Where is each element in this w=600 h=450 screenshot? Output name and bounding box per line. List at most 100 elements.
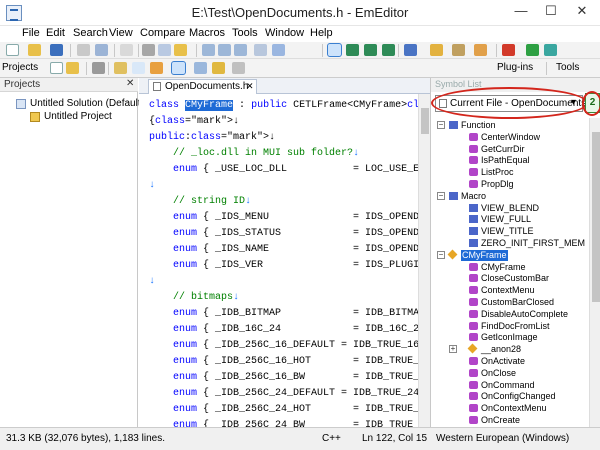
symbol-item[interactable]: GetIconImage bbox=[431, 332, 589, 343]
collapse-icon[interactable]: − bbox=[437, 250, 445, 259]
symbol-item[interactable]: − Function bbox=[431, 120, 589, 131]
paste-icon[interactable] bbox=[174, 44, 187, 56]
play-icon[interactable] bbox=[92, 62, 105, 74]
scrollbar-thumb[interactable] bbox=[421, 108, 429, 134]
new-project-icon[interactable] bbox=[50, 62, 63, 74]
wrap-none-icon[interactable] bbox=[327, 43, 342, 57]
close-button[interactable]: ✕ bbox=[566, 0, 598, 22]
status-encoding[interactable]: Western European (Windows) bbox=[436, 433, 569, 444]
menu-compare[interactable]: Compare bbox=[140, 27, 185, 39]
symbol-item[interactable]: GetCurrDir bbox=[431, 144, 589, 155]
print-icon[interactable] bbox=[77, 44, 90, 56]
minimize-button[interactable]: — bbox=[506, 0, 536, 22]
symbol-item[interactable]: VIEW_FULL bbox=[431, 214, 589, 225]
configuration-icon[interactable] bbox=[404, 44, 417, 56]
menu-view[interactable]: View bbox=[109, 27, 133, 39]
scrollbar-thumb[interactable] bbox=[592, 132, 600, 302]
customize-icon[interactable] bbox=[430, 44, 443, 56]
replace-icon[interactable] bbox=[254, 44, 267, 56]
symbol-item[interactable]: OnActivate bbox=[431, 356, 589, 367]
wrap-char-icon[interactable] bbox=[364, 44, 377, 56]
menu-help[interactable]: Help bbox=[310, 27, 333, 39]
open-project-icon[interactable] bbox=[66, 62, 79, 74]
macro-options-icon[interactable] bbox=[544, 44, 557, 56]
explorer-icon[interactable] bbox=[114, 62, 127, 74]
symbol-item-label: VIEW_TITLE bbox=[481, 226, 534, 237]
tab-opendocuments[interactable]: OpenDocuments.h ✕ bbox=[148, 79, 257, 94]
snippets-icon[interactable] bbox=[150, 62, 163, 74]
print-preview-icon[interactable] bbox=[95, 44, 108, 56]
symbol-item[interactable]: OnContextMenu bbox=[431, 403, 589, 414]
expand-icon[interactable]: + bbox=[449, 345, 457, 354]
code-line: enum { _USE_LOC_DLL = LOC_USE_EMEDITOR bbox=[173, 164, 418, 175]
menu-tools[interactable]: Tools bbox=[232, 27, 258, 39]
code-line: enum { _IDS_MENU = IDS_OPENDOCUMENT bbox=[173, 212, 418, 223]
run-macro-icon[interactable] bbox=[526, 44, 539, 56]
find-icon[interactable] bbox=[202, 44, 215, 56]
symbol-item[interactable]: CenterWindow bbox=[431, 132, 589, 143]
symbol-item[interactable]: DisableAutoComplete bbox=[431, 309, 589, 320]
folder-icon bbox=[449, 191, 458, 200]
symbol-item[interactable]: CustomBarClosed bbox=[431, 297, 589, 308]
new-icon[interactable] bbox=[6, 44, 19, 56]
collapse-icon[interactable]: − bbox=[437, 191, 445, 200]
symbol-item[interactable]: FindDocFromList bbox=[431, 321, 589, 332]
find-prev-icon[interactable] bbox=[234, 44, 247, 56]
undo-icon[interactable] bbox=[120, 44, 133, 56]
html-bar-icon[interactable] bbox=[212, 62, 225, 74]
symbol-item[interactable]: + __anon28 bbox=[431, 343, 589, 355]
menu-macros[interactable]: Macros bbox=[189, 27, 225, 39]
cut-icon[interactable] bbox=[142, 44, 155, 56]
code-editor[interactable]: class CMyFrame : public CETLFrame<CMyFra… bbox=[139, 94, 418, 427]
code-line: // _loc.dll in MUI sub folder?↓ bbox=[149, 148, 360, 159]
project-icon bbox=[30, 112, 40, 122]
menu-window[interactable]: Window bbox=[265, 27, 304, 39]
symbol-item[interactable]: IsPathEqual bbox=[431, 155, 589, 166]
symbol-item[interactable]: ListProc bbox=[431, 167, 589, 178]
projects-close-icon[interactable]: ✕ bbox=[126, 78, 134, 89]
menu-file[interactable]: File bbox=[22, 27, 40, 39]
tab-close-icon[interactable]: ✕ bbox=[246, 81, 254, 92]
find-next-icon[interactable] bbox=[218, 44, 231, 56]
symbol-list-icon[interactable] bbox=[171, 61, 186, 75]
plugins-icon[interactable] bbox=[474, 44, 487, 56]
toolbar-separator bbox=[114, 44, 115, 57]
function-icon bbox=[469, 380, 478, 389]
maximize-button[interactable]: ☐ bbox=[536, 0, 566, 22]
symbol-vertical-scrollbar[interactable] bbox=[589, 118, 600, 427]
symbol-item[interactable]: − CMyFrame bbox=[431, 249, 589, 261]
save-icon[interactable] bbox=[50, 44, 63, 56]
outline-icon[interactable] bbox=[132, 62, 145, 74]
wrap-page-icon[interactable] bbox=[382, 44, 395, 56]
function-icon bbox=[469, 298, 478, 306]
menu-edit[interactable]: Edit bbox=[46, 27, 65, 39]
code-line: enum { _IDB_BITMAP = IDB_BITMAP bbox=[173, 308, 418, 319]
symbol-item[interactable]: CMyFrame bbox=[431, 262, 589, 273]
symbol-item[interactable]: CloseCustomBar bbox=[431, 273, 589, 284]
symbol-item[interactable]: VIEW_TITLE bbox=[431, 226, 589, 237]
symbol-item[interactable]: ContextMenu bbox=[431, 285, 589, 296]
projects-icon[interactable] bbox=[232, 62, 245, 74]
symbol-item[interactable]: PropDlg bbox=[431, 179, 589, 190]
collapse-icon[interactable]: − bbox=[437, 121, 445, 129]
editor-vertical-scrollbar[interactable] bbox=[418, 94, 430, 427]
menu-search[interactable]: Search bbox=[73, 27, 108, 39]
copy-icon[interactable] bbox=[158, 44, 171, 56]
tools-icon[interactable] bbox=[452, 44, 465, 56]
symbol-item[interactable]: VIEW_BLEND bbox=[431, 203, 589, 214]
symbol-item[interactable]: OnCreate bbox=[431, 415, 589, 426]
find-in-files-icon[interactable] bbox=[272, 44, 285, 56]
status-language[interactable]: C++ bbox=[322, 433, 341, 444]
word-count-icon[interactable] bbox=[194, 62, 207, 74]
open-icon[interactable] bbox=[28, 44, 41, 56]
symbol-item[interactable]: OnClose bbox=[431, 368, 589, 379]
symbol-item[interactable]: − Macro bbox=[431, 191, 589, 202]
symbol-list-title: Symbol List bbox=[435, 79, 482, 89]
symbol-item[interactable]: ZERO_INIT_FIRST_MEM bbox=[431, 238, 589, 249]
tools-toolbar-label: Tools bbox=[556, 62, 580, 73]
record-macro-icon[interactable] bbox=[502, 44, 515, 56]
symbol-item[interactable]: OnConfigChanged bbox=[431, 391, 589, 402]
status-position[interactable]: Ln 122, Col 15 bbox=[362, 433, 427, 444]
wrap-window-icon[interactable] bbox=[346, 44, 359, 56]
symbol-item[interactable]: OnCommand bbox=[431, 380, 589, 391]
